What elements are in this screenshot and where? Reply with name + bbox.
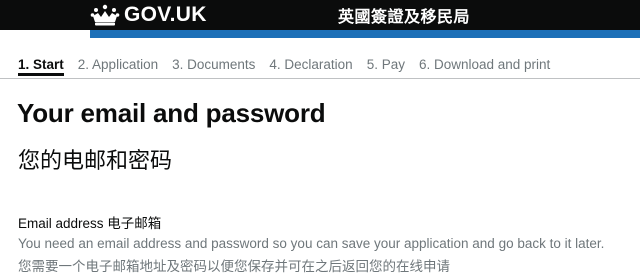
page-title: Your email and password (17, 98, 326, 128)
site-header: GOV.UK 英國簽證及移民局 (0, 0, 640, 30)
step-start[interactable]: 1. Start (18, 57, 64, 76)
agency-name: 英國簽證及移民局 (338, 7, 471, 26)
step-documents[interactable]: 3. Documents (172, 57, 255, 72)
crown-icon (90, 4, 120, 26)
step-declaration[interactable]: 4. Declaration (269, 57, 352, 72)
accent-bar (90, 30, 640, 38)
email-hint: You need an email address and password s… (18, 236, 605, 251)
step-application[interactable]: 2. Application (78, 57, 158, 72)
steps-divider (0, 78, 640, 79)
step-pay[interactable]: 5. Pay (367, 57, 405, 72)
step-download-print[interactable]: 6. Download and print (419, 57, 550, 72)
govuk-logo[interactable]: GOV.UK (90, 2, 207, 28)
email-hint-chinese: 您需要一个电子邮箱地址及密码以便您保存并可在之后返回您的在线申请 (18, 259, 450, 275)
govuk-logo-text: GOV.UK (124, 3, 207, 26)
page-title-chinese: 您的电邮和密码 (18, 149, 173, 174)
progress-steps: 1. Start 2. Application 3. Documents 4. … (18, 57, 564, 76)
email-address-label: Email address 电子邮箱 (18, 216, 162, 231)
